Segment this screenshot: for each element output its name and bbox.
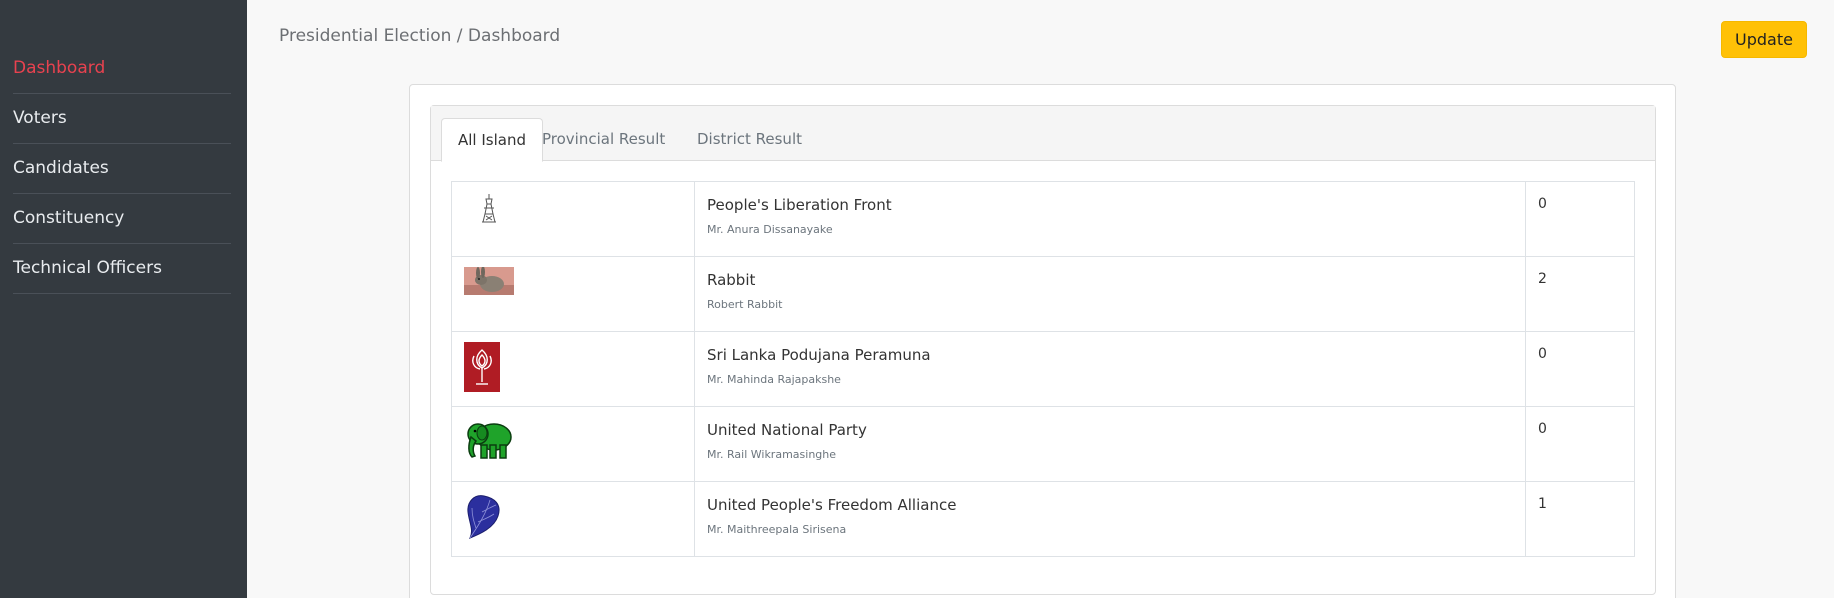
results-card: All Island Provincial Result District Re… (409, 84, 1676, 598)
party-name: United National Party (707, 421, 867, 439)
rabbit-photo (464, 267, 514, 295)
candidate-name: Mr. Mahinda Rajapakshe (707, 373, 841, 386)
candidate-name: Mr. Maithreepala Sirisena (707, 523, 847, 536)
sidebar-item-voters[interactable]: Voters (13, 94, 231, 144)
bell-tower-logo (482, 194, 496, 223)
betel-leaf-logo (467, 495, 500, 539)
tab-bar: All Island Provincial Result District Re… (431, 106, 1655, 162)
vote-count: 0 (1525, 406, 1635, 482)
main-content: Presidential Election / Dashboard Update… (247, 0, 1834, 598)
sidebar: Dashboard Voters Candidates Constituency… (0, 0, 247, 598)
update-button[interactable]: Update (1721, 21, 1807, 58)
table-row: Rabbit Robert Rabbit 2 (451, 256, 1635, 332)
vote-count: 0 (1525, 331, 1635, 407)
elephant-logo (467, 423, 512, 459)
candidate-name: Mr. Rail Wikramasinghe (707, 448, 837, 461)
party-name: United People's Freedom Alliance (707, 496, 957, 514)
tab-district-result[interactable]: District Result (681, 118, 818, 162)
vote-count: 2 (1525, 256, 1635, 332)
party-name: Sri Lanka Podujana Peramuna (707, 346, 931, 364)
lotus-bud-logo (464, 342, 500, 392)
party-name: Rabbit (707, 271, 756, 289)
sidebar-item-technical-officers[interactable]: Technical Officers (13, 244, 231, 294)
sidebar-item-constituency[interactable]: Constituency (13, 194, 231, 244)
breadcrumb: Presidential Election / Dashboard (279, 26, 561, 46)
candidate-name: Robert Rabbit (707, 298, 783, 311)
sidebar-item-candidates[interactable]: Candidates (13, 144, 231, 194)
vote-count: 1 (1525, 481, 1635, 557)
table-row: United People's Freedom Alliance Mr. Mai… (451, 481, 1635, 557)
results-table: People's Liberation Front Mr. Anura Diss… (451, 181, 1635, 557)
sidebar-item-dashboard[interactable]: Dashboard (13, 44, 231, 94)
candidate-name: Mr. Anura Dissanayake (707, 223, 833, 236)
party-name: People's Liberation Front (707, 196, 892, 214)
tab-provincial-result[interactable]: Provincial Result (526, 118, 681, 162)
table-row: People's Liberation Front Mr. Anura Diss… (451, 181, 1635, 257)
vote-count: 0 (1525, 181, 1635, 257)
results-panel: All Island Provincial Result District Re… (430, 105, 1656, 595)
table-row: United National Party Mr. Rail Wikramasi… (451, 406, 1635, 482)
table-row: Sri Lanka Podujana Peramuna Mr. Mahinda … (451, 331, 1635, 407)
